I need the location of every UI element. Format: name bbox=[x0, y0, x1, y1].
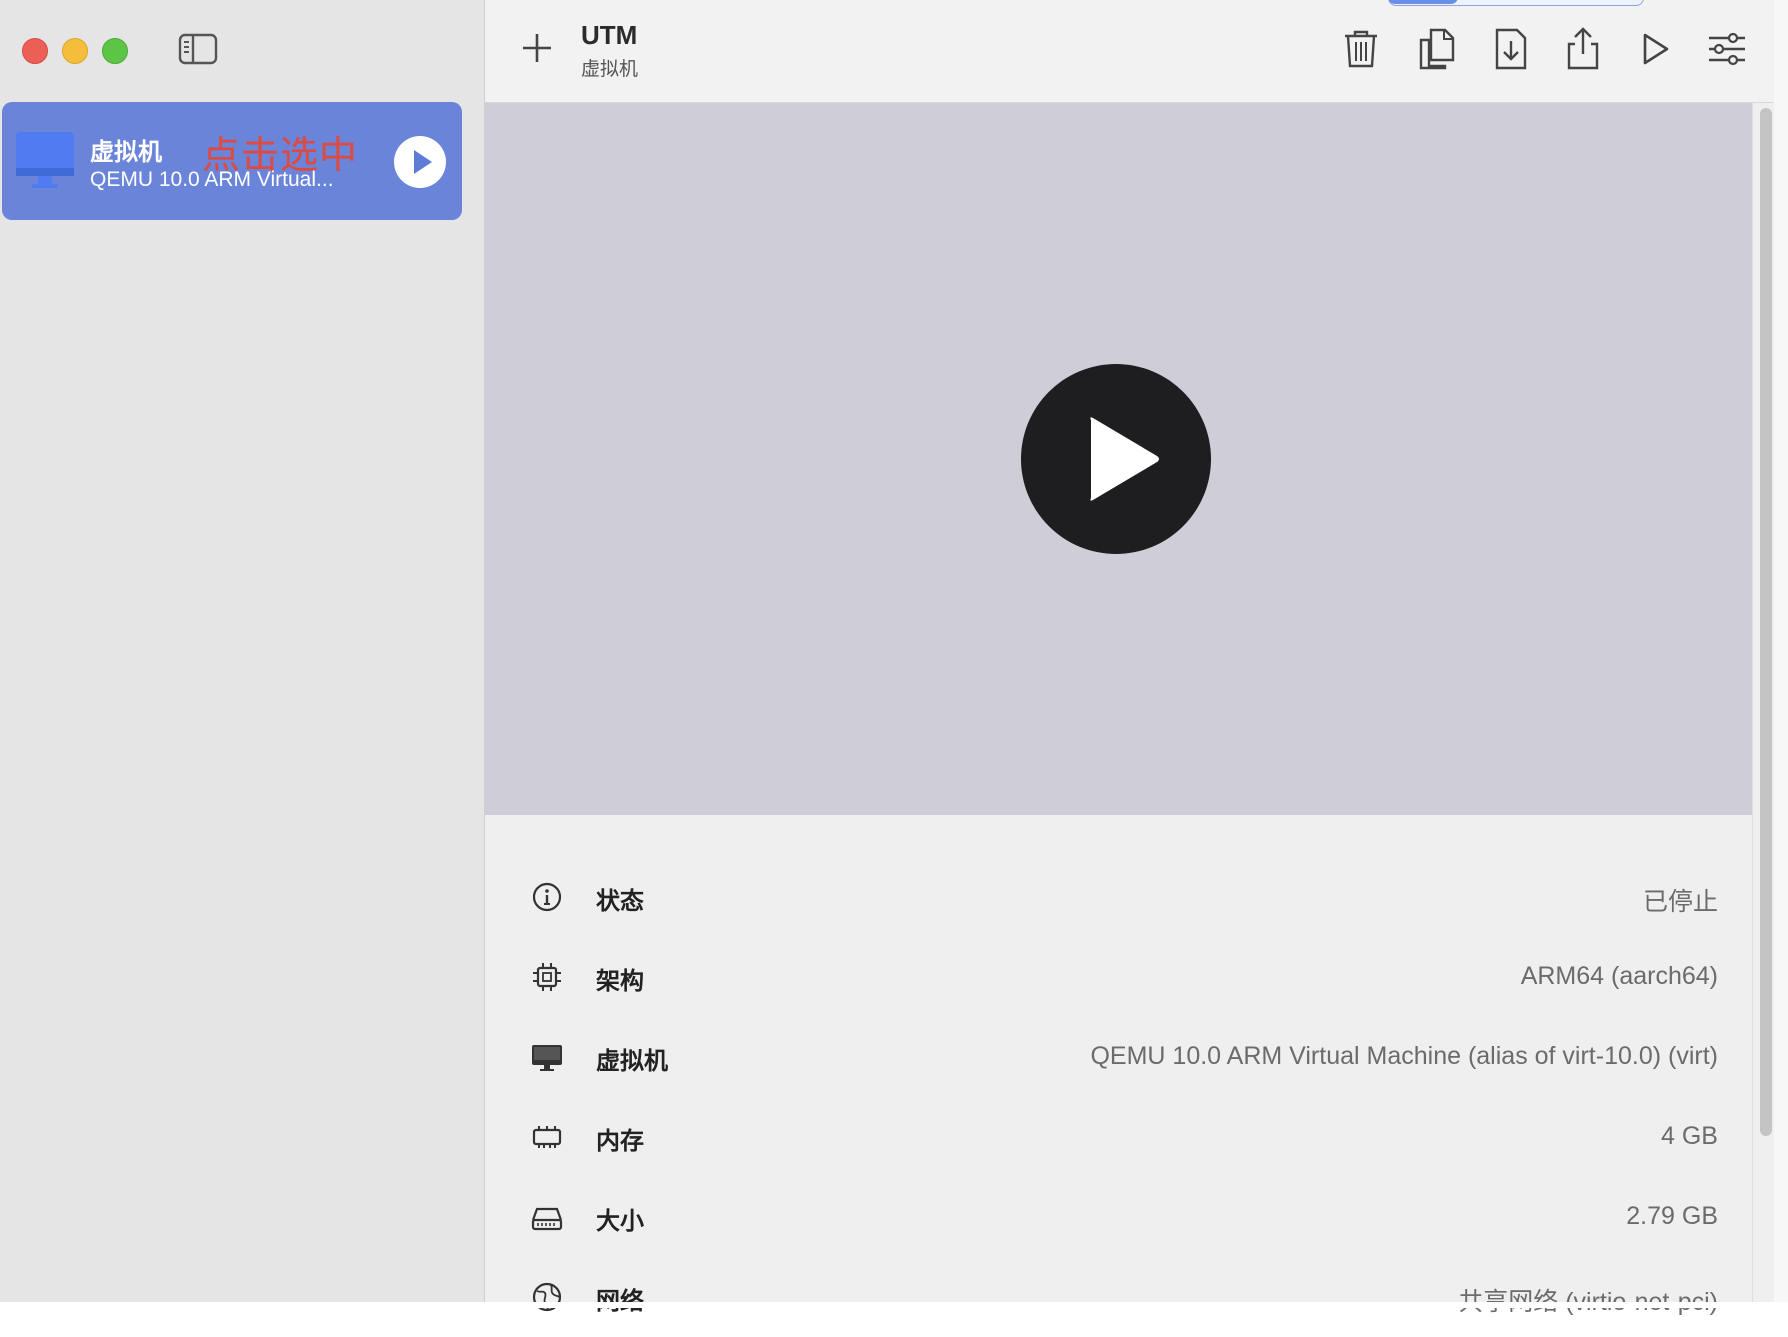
info-value: 4 GB bbox=[1661, 1122, 1718, 1150]
share-icon[interactable] bbox=[1561, 26, 1605, 72]
info-label: 虚拟机 bbox=[596, 1047, 668, 1075]
cpu-icon bbox=[531, 961, 563, 993]
vm-name: 虚拟机 bbox=[90, 138, 162, 166]
memory-icon bbox=[531, 1121, 563, 1153]
sidebar-toggle-icon[interactable] bbox=[178, 32, 218, 66]
scrollbar-thumb[interactable] bbox=[1760, 108, 1772, 1136]
play-icon bbox=[414, 150, 432, 174]
vm-preview bbox=[485, 103, 1752, 815]
toolbar: UTM 虚拟机 bbox=[485, 0, 1788, 103]
info-row-architecture: 架构 ARM64 (aarch64) bbox=[485, 937, 1752, 1017]
zoom-window-button[interactable] bbox=[102, 38, 128, 64]
close-window-button[interactable] bbox=[22, 38, 48, 64]
info-row-memory: 内存 4 GB bbox=[485, 1097, 1752, 1177]
toolbar-progress-fill bbox=[1388, 0, 1458, 4]
window-title: UTM bbox=[581, 20, 638, 50]
info-value: 2.79 GB bbox=[1626, 1202, 1718, 1230]
vm-play-button[interactable] bbox=[394, 136, 446, 188]
large-play-icon bbox=[1021, 364, 1211, 554]
start-vm-button[interactable] bbox=[1021, 364, 1211, 554]
info-label: 内存 bbox=[596, 1127, 644, 1155]
info-row-size: 大小 2.79 GB bbox=[485, 1177, 1752, 1257]
info-row-machine: 虚拟机 QEMU 10.0 ARM Virtual Machine (alias… bbox=[485, 1017, 1752, 1097]
info-circle-icon bbox=[531, 881, 563, 913]
info-label: 网络 bbox=[596, 1287, 644, 1315]
clone-icon[interactable] bbox=[1415, 26, 1459, 72]
sidebar-item-vm[interactable]: 虚拟机 点击选中 QEMU 10.0 ARM Virtual... bbox=[2, 102, 462, 220]
info-label: 状态 bbox=[596, 887, 644, 915]
info-label: 架构 bbox=[596, 967, 644, 995]
info-value: 共享网络 (virtio-net-pci) bbox=[1458, 1282, 1718, 1318]
info-value: ARM64 (aarch64) bbox=[1520, 962, 1718, 990]
minimize-window-button[interactable] bbox=[62, 38, 88, 64]
trash-icon[interactable] bbox=[1339, 26, 1383, 72]
vm-description: QEMU 10.0 ARM Virtual... bbox=[90, 168, 334, 191]
info-row-status: 状态 已停止 bbox=[485, 857, 1752, 937]
info-row-network: 网络 共享网络 (virtio-net-pci) bbox=[485, 1257, 1752, 1337]
window-bottom-edge bbox=[0, 1302, 1788, 1308]
window-edge bbox=[1774, 0, 1788, 1308]
play-icon[interactable] bbox=[1633, 26, 1677, 72]
sidebar: 虚拟机 点击选中 QEMU 10.0 ARM Virtual... bbox=[0, 0, 485, 1302]
vm-info-list: 状态 已停止 架构 ARM64 (aarch64) 虚拟机 QEMU 10.0 … bbox=[485, 815, 1752, 1316]
drive-icon bbox=[531, 1201, 563, 1233]
info-label: 大小 bbox=[596, 1207, 644, 1235]
globe-icon bbox=[531, 1281, 563, 1313]
monitor-icon bbox=[531, 1041, 563, 1073]
info-value: 已停止 bbox=[1642, 888, 1718, 916]
download-icon[interactable] bbox=[1489, 26, 1533, 72]
utm-window: 虚拟机 点击选中 QEMU 10.0 ARM Virtual... UTM 虚拟… bbox=[0, 0, 1788, 1316]
settings-icon[interactable] bbox=[1705, 26, 1749, 72]
add-icon[interactable] bbox=[519, 30, 555, 66]
info-value: QEMU 10.0 ARM Virtual Machine (alias of … bbox=[1090, 1042, 1718, 1070]
monitor-icon bbox=[14, 130, 78, 192]
window-subtitle: 虚拟机 bbox=[581, 58, 639, 80]
